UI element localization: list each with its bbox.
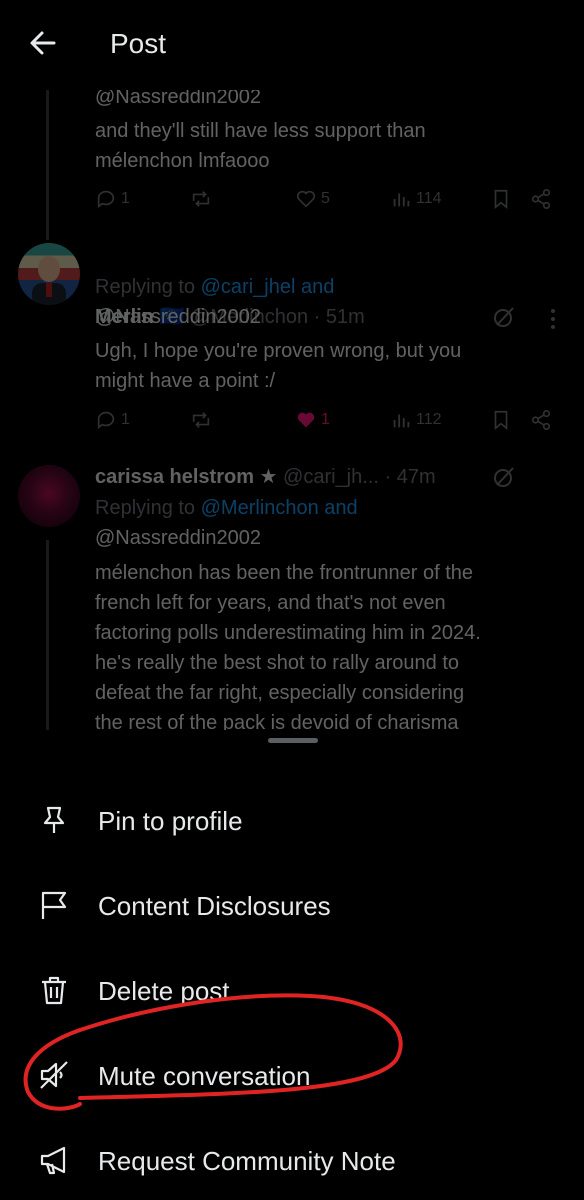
pin-icon (38, 804, 70, 836)
repost-icon (192, 191, 210, 207)
tweet-text-line: the rest of the pack is devoid of charis… (95, 712, 459, 730)
like-button[interactable]: 5 (295, 188, 330, 210)
bookmark-button[interactable] (490, 409, 512, 431)
view-count: 114 (416, 190, 442, 207)
tweet-author-line: carissa helstrom ★ @cari_jh... · 47m (95, 463, 436, 491)
tweet-text-line: Ugh, I hope you're proven wrong, but you (95, 340, 462, 362)
like-count: 1 (321, 411, 330, 428)
tweet-text-line: and they'll still have less support than (95, 120, 426, 142)
display-name[interactable]: carissa helstrom ★ (95, 466, 277, 488)
megaphone-icon (38, 1144, 70, 1176)
share-button[interactable] (530, 409, 552, 431)
trash-icon (38, 974, 70, 1006)
menu-item-label: Content Disclosures (98, 891, 331, 921)
share-icon (531, 189, 551, 209)
more-options-icon[interactable] (541, 307, 565, 331)
replying-handles[interactable]: @cari_jhel and (201, 276, 335, 298)
tweet-text-line: defeat the far right, especially conside… (95, 682, 465, 704)
avatar[interactable] (18, 465, 80, 527)
timestamp: · 47m (384, 466, 436, 488)
reply-icon (97, 411, 115, 429)
flag-icon (38, 889, 70, 921)
replying-to: Replying to @Merlinchon and (95, 493, 358, 523)
grok-icon[interactable] (492, 465, 516, 489)
menu-item-request-community-note[interactable]: Request Community Note (0, 1122, 584, 1194)
avatar[interactable] (18, 243, 80, 305)
views-icon (393, 414, 410, 428)
back-arrow-icon[interactable] (26, 26, 60, 60)
repost-icon (192, 412, 210, 428)
top-bar: Post (0, 0, 584, 90)
heart-filled-icon (297, 412, 315, 428)
tweet-text-line: french left for years, and that's not ev… (95, 592, 446, 614)
reply-icon (97, 190, 115, 208)
mute-icon (38, 1059, 70, 1091)
reply-count: 1 (121, 411, 130, 428)
tweet-text-line: mélenchon has been the frontrunner of th… (95, 562, 474, 584)
repost-button[interactable] (190, 188, 212, 210)
page-title: Post (110, 28, 167, 59)
post-options-sheet: Pin to profile Content Disclosures Delet… (0, 730, 584, 1200)
menu-item-label: Delete post (98, 976, 230, 1006)
repost-button[interactable] (190, 409, 212, 431)
tweet-text-line: factoring polls underestimating him in 2… (95, 622, 481, 644)
tweet-actions: 1 5 114 (95, 188, 565, 218)
menu-item-content-disclosures[interactable]: Content Disclosures (0, 867, 584, 939)
replying-prefix: Replying to (95, 497, 196, 519)
bookmark-icon (494, 189, 508, 210)
like-button[interactable]: 1 (295, 409, 330, 431)
reply-button[interactable]: 1 (95, 188, 130, 210)
view-count: 112 (416, 411, 442, 428)
replying-handle[interactable]: @Nassreddin2002 (95, 302, 261, 332)
heart-icon (296, 190, 316, 208)
replying-handles[interactable]: @Merlinchon and (201, 497, 358, 519)
menu-item-label: Request Community Note (98, 1146, 396, 1176)
handle[interactable]: @cari_jh... (283, 466, 379, 488)
tweet-text-line: might have a point :/ (95, 370, 276, 392)
views-button[interactable]: 114 (390, 188, 442, 210)
reply-count: 1 (121, 190, 130, 207)
sheet-grabber[interactable] (268, 738, 318, 743)
replying-prefix: Replying to (95, 276, 196, 298)
menu-item-delete-post[interactable]: Delete post (0, 952, 584, 1024)
menu-item-label: Pin to profile (98, 806, 243, 836)
menu-item-label: Mute conversation (98, 1061, 311, 1091)
grok-icon[interactable] (492, 305, 516, 329)
views-button[interactable]: 112 (390, 409, 442, 431)
timestamp: · 51m (313, 306, 365, 328)
thread-line (46, 540, 49, 730)
bookmark-icon (494, 410, 508, 431)
menu-item-pin-to-profile[interactable]: Pin to profile (0, 782, 584, 854)
share-icon (531, 410, 551, 430)
like-count: 5 (321, 190, 330, 207)
share-button[interactable] (530, 188, 552, 210)
replying-handle[interactable]: @Nassreddin2002 (95, 523, 261, 553)
views-icon (393, 193, 410, 207)
reply-button[interactable]: 1 (95, 409, 130, 431)
tweet-text-line: he's really the best shot to rally aroun… (95, 652, 460, 674)
menu-item-mute-conversation[interactable]: Mute conversation (0, 1037, 584, 1109)
tweet-actions: 1 1 112 (95, 409, 565, 439)
replying-to: Replying to @cari_jhel and (95, 272, 334, 302)
tweet-text-line: mélenchon lmfaooo (95, 150, 270, 172)
conversation-feed: @Nassreddin2002 and they'll still have l… (0, 60, 584, 730)
bookmark-button[interactable] (490, 188, 512, 210)
